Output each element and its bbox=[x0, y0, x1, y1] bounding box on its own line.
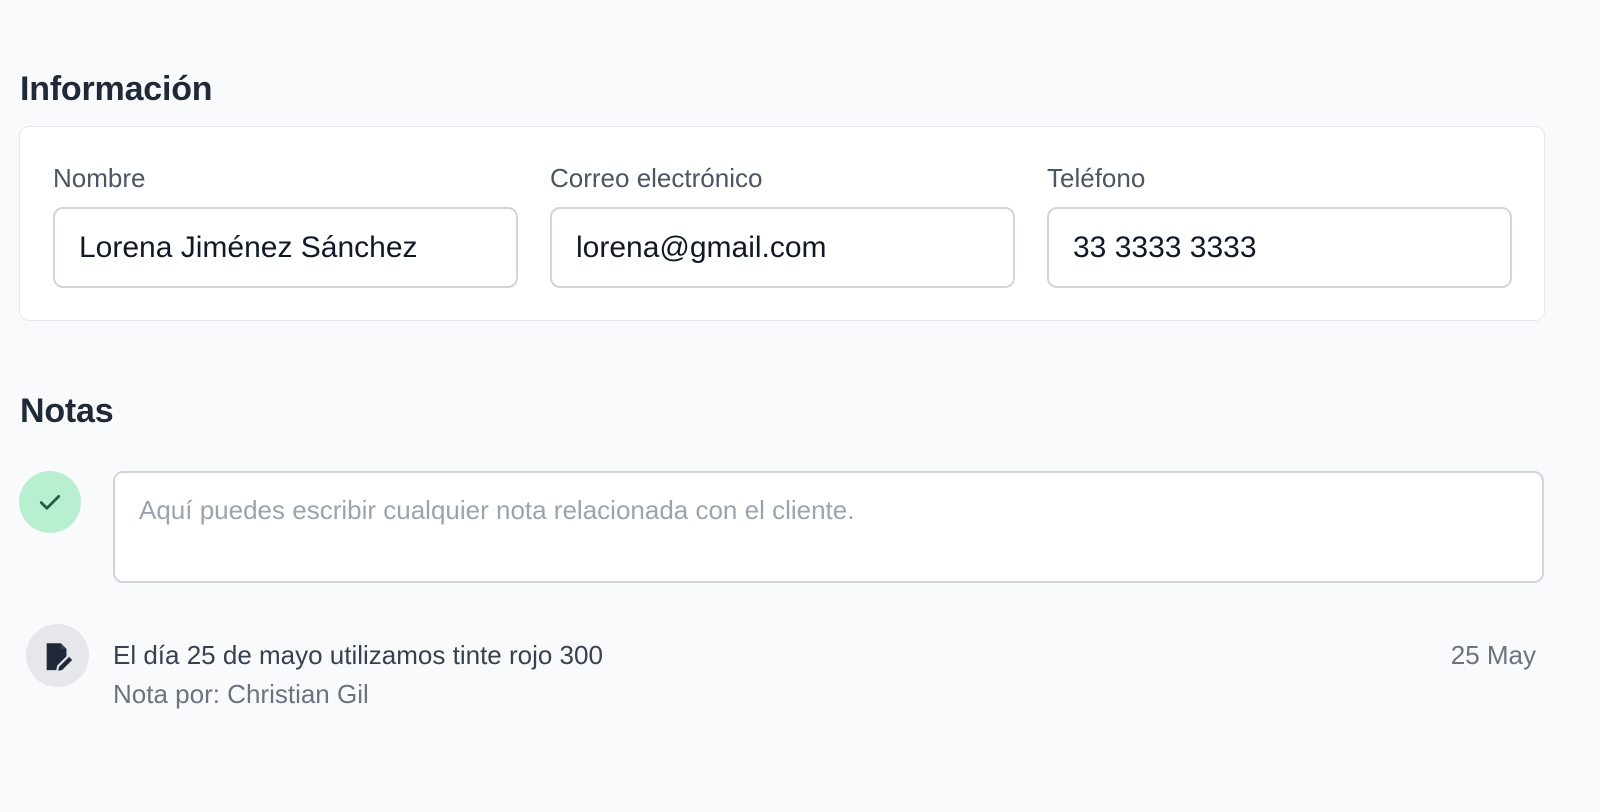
note-edit-icon bbox=[26, 624, 89, 687]
info-section-title: Información bbox=[20, 70, 213, 108]
email-field-group: Correo electrónico lorena@gmail.com bbox=[550, 163, 1015, 288]
email-input[interactable]: lorena@gmail.com bbox=[550, 207, 1015, 288]
note-text: El día 25 de mayo utilizamos tinte rojo … bbox=[113, 640, 603, 670]
name-label: Nombre bbox=[53, 163, 146, 193]
name-input[interactable]: Lorena Jiménez Sánchez bbox=[53, 207, 518, 288]
notes-section-title: Notas bbox=[20, 392, 114, 430]
note-author: Nota por: Christian Gil bbox=[113, 679, 369, 709]
phone-label: Teléfono bbox=[1047, 163, 1146, 193]
note-date: 25 May bbox=[1450, 640, 1536, 670]
email-label: Correo electrónico bbox=[550, 163, 763, 193]
name-field-group: Nombre Lorena Jiménez Sánchez bbox=[53, 163, 518, 288]
phone-input[interactable]: 33 3333 3333 bbox=[1047, 207, 1512, 288]
info-card: Nombre Lorena Jiménez Sánchez Correo ele… bbox=[19, 126, 1545, 321]
note-textarea[interactable]: Aquí puedes escribir cualquier nota rela… bbox=[113, 471, 1544, 583]
check-icon[interactable] bbox=[19, 471, 81, 533]
phone-field-group: Teléfono 33 3333 3333 bbox=[1047, 163, 1512, 288]
